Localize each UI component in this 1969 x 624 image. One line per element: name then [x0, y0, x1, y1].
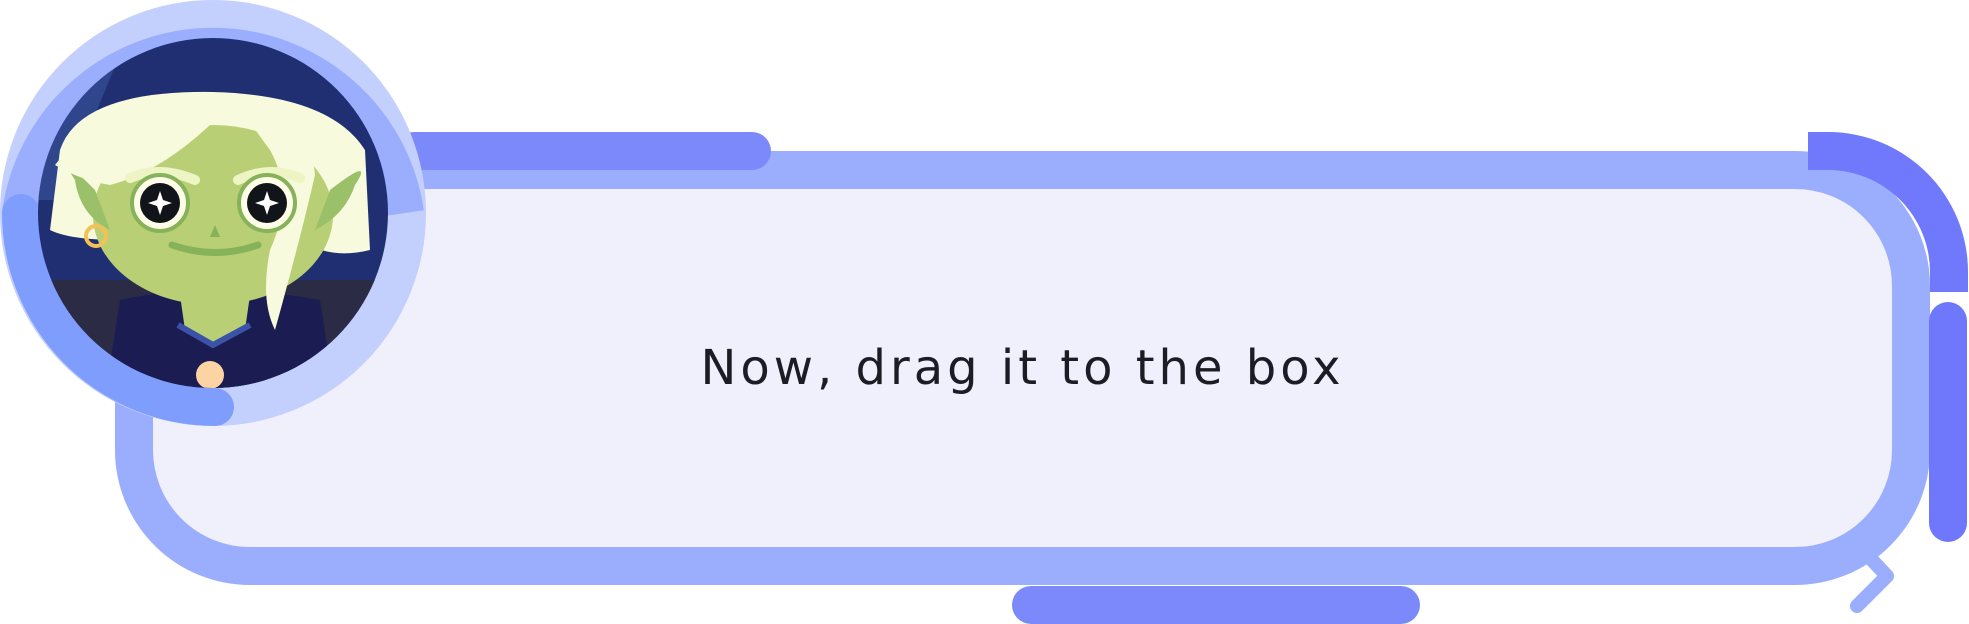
frame-accent-bottom [1012, 586, 1420, 624]
game-screen: Now, drag it to the box [0, 0, 1969, 624]
frame-accent-right [1929, 302, 1967, 542]
dialog-text: Now, drag it to the box [700, 340, 1345, 396]
character-avatar [0, 0, 426, 426]
chevron-right-icon[interactable] [1845, 534, 1899, 614]
